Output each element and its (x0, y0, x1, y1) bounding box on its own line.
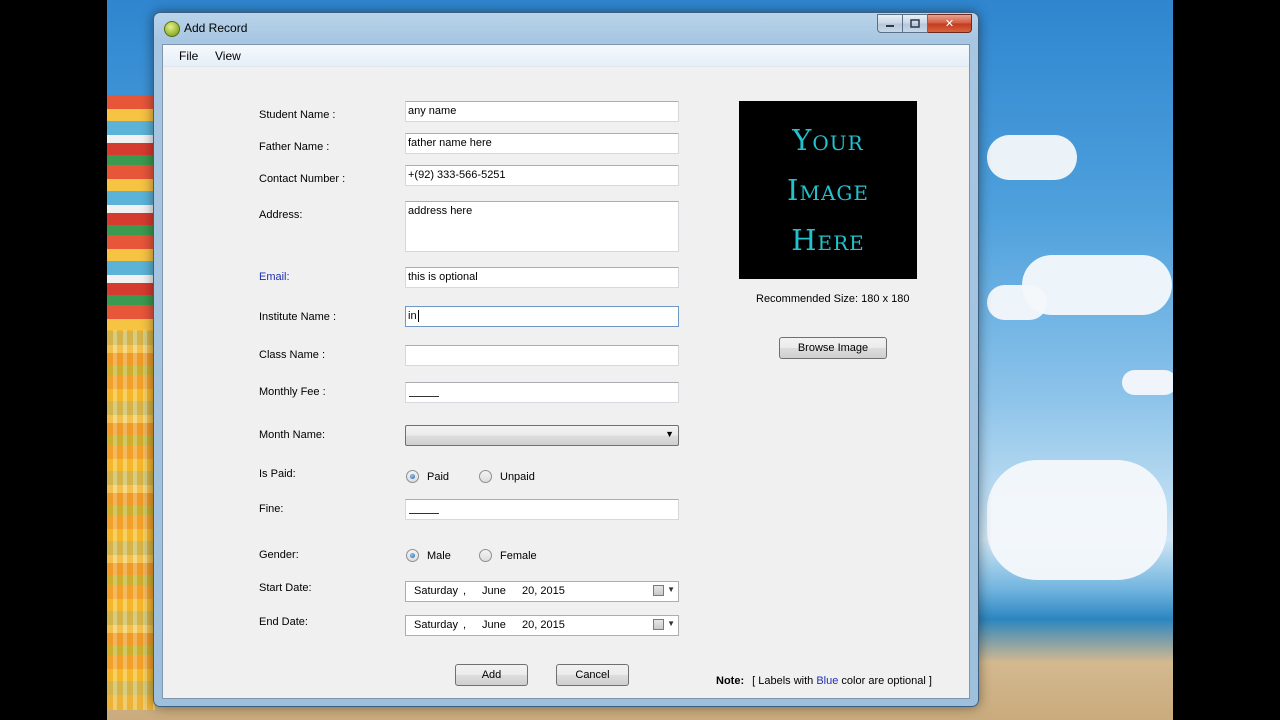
start-date-picker[interactable]: Saturday , June 20, 2015 ▼ (405, 581, 679, 602)
email-label: Email: (259, 271, 290, 283)
end-date-day-year: 20, 2015 (522, 619, 565, 631)
class-name-label: Class Name : (259, 349, 326, 361)
contact-number-input[interactable]: +(92) 333-566-5251 (405, 165, 679, 186)
unpaid-radio-label: Unpaid (500, 470, 535, 483)
image-placeholder-text: Image (787, 173, 869, 207)
start-date-weekday: Saturday (414, 585, 459, 597)
browse-image-button[interactable]: Browse Image (779, 337, 887, 359)
month-name-dropdown[interactable]: ▼ (405, 425, 679, 446)
end-date-label: End Date: (259, 616, 308, 628)
beach-chair-decoration (107, 330, 155, 710)
cloud (987, 135, 1077, 180)
note-text-after: color are optional ] (841, 675, 932, 687)
radio-unselected-icon (479, 549, 492, 562)
class-name-input[interactable] (405, 345, 679, 366)
close-button[interactable]: ✕ (928, 14, 972, 33)
optional-fields-note: Note: [ Labels with Blue color are option… (716, 675, 932, 687)
radio-selected-icon (406, 470, 419, 483)
address-label: Address: (259, 209, 303, 221)
image-placeholder-text: Here (791, 223, 865, 257)
radio-unselected-icon (479, 470, 492, 483)
monthly-fee-input[interactable] (405, 382, 679, 403)
monthly-fee-label: Monthly Fee : (259, 386, 326, 398)
note-blue-word: Blue (816, 675, 839, 687)
note-prefix: Note: (716, 675, 745, 687)
calendar-icon[interactable] (653, 619, 664, 630)
gender-label: Gender: (259, 549, 299, 561)
institute-name-input[interactable]: in (405, 306, 679, 327)
cloud (987, 285, 1047, 320)
dropdown-arrow-icon[interactable]: ▼ (667, 585, 675, 594)
start-date-label: Start Date: (259, 582, 312, 594)
male-radio-label: Male (427, 549, 451, 562)
fine-input[interactable] (405, 499, 679, 520)
start-date-separator: , (463, 585, 467, 597)
start-date-day-year: 20, 2015 (522, 585, 565, 597)
dropdown-arrow-icon[interactable]: ▼ (667, 619, 675, 628)
unpaid-radio[interactable]: Unpaid (479, 470, 535, 483)
father-name-label: Father Name : (259, 141, 330, 153)
close-icon: ✕ (944, 18, 955, 30)
contact-number-label: Contact Number : (259, 173, 346, 185)
menu-view[interactable]: View (215, 49, 241, 63)
window-title: Add Record (184, 21, 248, 35)
minimize-button[interactable] (877, 14, 903, 33)
fine-label: Fine: (259, 503, 284, 515)
institute-name-value: in (408, 310, 417, 322)
male-radio[interactable]: Male (406, 549, 451, 562)
app-icon (164, 21, 180, 37)
title-bar[interactable]: Add Record ✕ (154, 13, 978, 44)
paid-radio[interactable]: Paid (406, 470, 449, 483)
student-name-label: Student Name : (259, 109, 336, 121)
note-text-before: [ Labels with (752, 675, 814, 687)
cancel-button[interactable]: Cancel (556, 664, 629, 686)
image-preview: Your Image Here (739, 101, 917, 279)
start-date-month: June (482, 585, 506, 597)
form-client-area: File View Student Name : Father Name : C… (162, 44, 970, 699)
institute-name-label: Institute Name : (259, 311, 337, 323)
recommended-size-label: Recommended Size: 180 x 180 (756, 293, 910, 305)
minimize-icon (886, 24, 894, 27)
paid-radio-label: Paid (427, 470, 450, 483)
cloud (987, 460, 1167, 580)
add-button[interactable]: Add (455, 664, 528, 686)
text-caret (417, 310, 419, 323)
student-name-input[interactable]: any name (405, 101, 679, 122)
maximize-button[interactable] (903, 14, 928, 33)
radio-selected-icon (406, 549, 419, 562)
menu-bar: File View (163, 45, 969, 67)
end-date-weekday: Saturday (414, 619, 459, 631)
add-record-window: Add Record ✕ File View Student Name : Fa… (153, 12, 979, 707)
dropdown-arrow-icon: ▼ (665, 429, 674, 439)
female-radio[interactable]: Female (479, 549, 537, 562)
mask-placeholder (409, 513, 439, 514)
address-textarea[interactable]: address here (405, 201, 679, 252)
month-name-label: Month Name: (259, 429, 326, 441)
female-radio-label: Female (500, 549, 537, 562)
end-date-picker[interactable]: Saturday , June 20, 2015 ▼ (405, 615, 679, 636)
calendar-icon[interactable] (653, 585, 664, 596)
caption-buttons: ✕ (877, 14, 972, 33)
is-paid-label: Is Paid: (259, 468, 296, 480)
mask-placeholder (409, 396, 439, 397)
cloud (1122, 370, 1173, 395)
maximize-icon (910, 19, 920, 28)
menu-file[interactable]: File (179, 49, 198, 63)
end-date-separator: , (463, 619, 467, 631)
end-date-month: June (482, 619, 506, 631)
image-placeholder-text: Your (792, 123, 864, 157)
father-name-input[interactable]: father name here (405, 133, 679, 154)
email-input[interactable]: this is optional (405, 267, 679, 288)
